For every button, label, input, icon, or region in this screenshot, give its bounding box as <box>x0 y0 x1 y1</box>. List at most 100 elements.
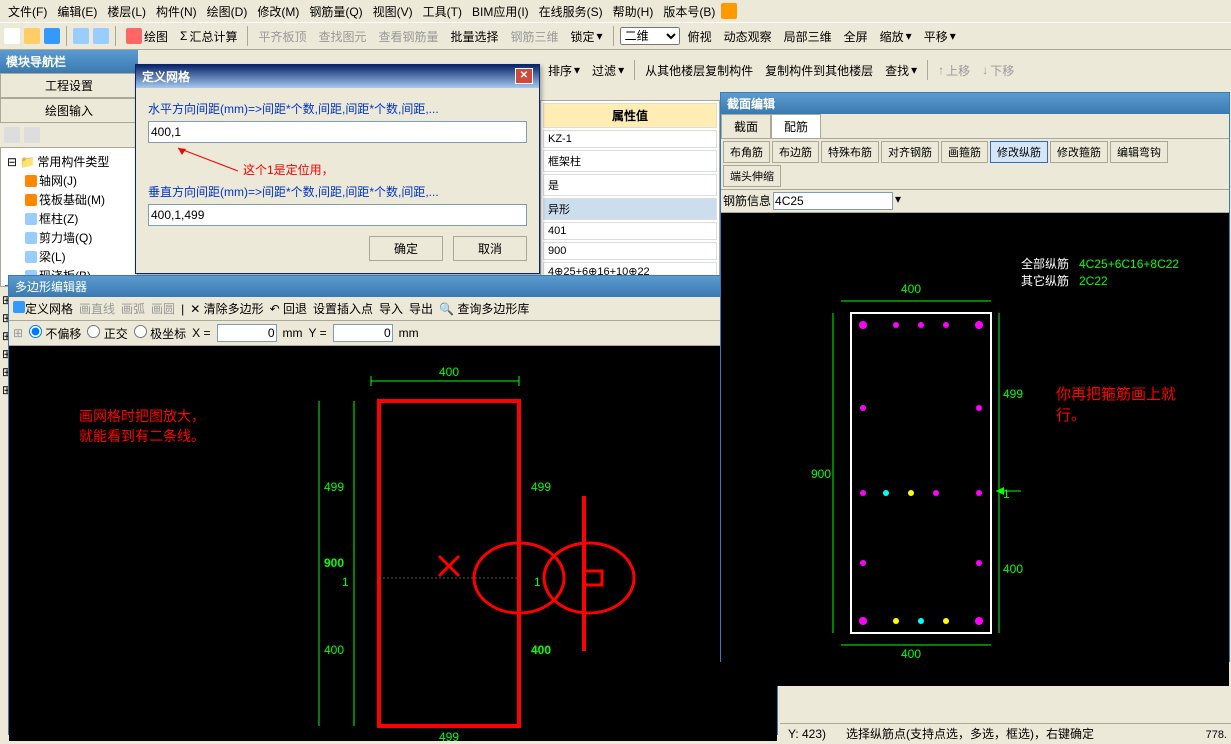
menu-online[interactable]: 在线服务(S) <box>535 1 607 22</box>
back-btn[interactable]: ↶ 回退 <box>270 300 307 317</box>
export-btn[interactable]: 导出 <box>409 300 433 317</box>
menu-help[interactable]: 帮助(H) <box>609 1 658 22</box>
sub-draw[interactable]: 绘图输入 <box>0 98 138 123</box>
pan-btn[interactable]: 平移 ▾ <box>920 26 960 47</box>
expand-icon[interactable] <box>4 127 20 143</box>
prop-row[interactable]: 框架柱 <box>543 150 717 172</box>
menu-edit[interactable]: 编辑(E) <box>53 1 101 22</box>
tree-wall[interactable]: 剪力墙(Q) <box>5 228 133 247</box>
batch-btn[interactable]: 批量选择 <box>447 26 503 47</box>
open-icon[interactable] <box>24 28 40 44</box>
new-icon[interactable] <box>4 28 20 44</box>
polar-radio[interactable]: 极坐标 <box>134 325 186 342</box>
sum-btn[interactable]: Σ 汇总计算 <box>176 26 241 47</box>
insert-pt-btn[interactable]: 设置插入点 <box>313 300 373 317</box>
dialog-title-text: 定义网格 <box>142 68 190 85</box>
level-btn[interactable]: 平齐板顶 <box>254 26 310 47</box>
menu-rebar[interactable]: 钢筋量(Q) <box>305 1 366 22</box>
draw-btn[interactable]: 绘图 <box>122 26 172 47</box>
tree-column[interactable]: 框柱(Z) <box>5 209 133 228</box>
menu-view[interactable]: 视图(V) <box>369 1 417 22</box>
ortho-radio[interactable]: 正交 <box>87 325 127 342</box>
h-spacing-input[interactable] <box>148 121 527 143</box>
tree-raft[interactable]: 筏板基础(M) <box>5 190 133 209</box>
svg-text:400: 400 <box>439 365 459 379</box>
section-canvas[interactable]: 全部纵筋 4C25+6C16+8C22 其它纵筋 2C22 400 900 49… <box>721 213 1229 686</box>
sort-btn[interactable]: 排序 ▾ <box>544 60 584 81</box>
align-btn[interactable]: 对齐钢筋 <box>881 141 939 163</box>
special-btn[interactable]: 特殊布筋 <box>821 141 879 163</box>
menu-floor[interactable]: 楼层(L) <box>103 1 150 22</box>
v-spacing-input[interactable] <box>148 204 527 226</box>
mod-long-btn[interactable]: 修改纵筋 <box>990 141 1048 163</box>
menu-component[interactable]: 构件(N) <box>152 1 201 22</box>
svg-text:400: 400 <box>324 643 344 657</box>
tree-root[interactable]: ⊟ 📁 常用构件类型 <box>5 152 133 171</box>
up-btn[interactable]: ↑ 上移 <box>934 60 974 81</box>
menu-tools[interactable]: 工具(T) <box>419 1 466 22</box>
prop-row[interactable]: 401 <box>543 222 717 240</box>
prop-row[interactable]: 是 <box>543 174 717 196</box>
prop-row[interactable]: KZ-1 <box>543 130 717 148</box>
secedit-title[interactable]: 截面编辑 <box>721 93 1229 114</box>
find-btn[interactable]: 查找图元 <box>314 26 370 47</box>
stirrup-btn[interactable]: 画箍筋 <box>941 141 988 163</box>
menu-modify[interactable]: 修改(M) <box>253 1 303 22</box>
query-btn[interactable]: 🔍 查询多边形库 <box>439 300 529 317</box>
polyedit-titlebar[interactable]: 多边形编辑器 ✕ <box>9 276 777 297</box>
tree-beam[interactable]: 梁(L) <box>5 247 133 266</box>
y-input[interactable] <box>333 324 393 342</box>
prop-row[interactable]: 900 <box>543 242 717 260</box>
prop-row[interactable]: 异形 <box>543 198 717 220</box>
ok-button[interactable]: 确定 <box>369 236 443 261</box>
rebar3d-btn[interactable]: 钢筋三维 <box>507 26 563 47</box>
mod-stirrup-btn[interactable]: 修改箍筋 <box>1050 141 1108 163</box>
svg-text:499: 499 <box>531 480 551 494</box>
extend-btn[interactable]: 端头伸缩 <box>723 165 781 187</box>
save-icon[interactable] <box>44 28 60 44</box>
filter-btn[interactable]: 过滤 ▾ <box>588 60 628 81</box>
arc-btn[interactable]: 画弧 <box>121 300 145 317</box>
edge-btn[interactable]: 布边筋 <box>772 141 819 163</box>
svg-text:499: 499 <box>324 480 344 494</box>
corner-btn[interactable]: 布角筋 <box>723 141 770 163</box>
menu-version[interactable]: 版本号(B) <box>659 1 719 22</box>
circle-btn[interactable]: 画圆 <box>151 300 175 317</box>
tab-section[interactable]: 截面 <box>721 114 771 138</box>
define-grid-btn[interactable]: 定义网格 <box>13 300 73 317</box>
sub-project[interactable]: 工程设置 <box>0 73 138 98</box>
dyn-btn[interactable]: 动态观察 <box>720 26 776 47</box>
view-rebar-btn[interactable]: 查看钢筋量 <box>374 26 442 47</box>
copy-from-btn[interactable]: 从其他楼层复制构件 <box>641 60 757 81</box>
top-btn[interactable]: 俯视 <box>684 26 716 47</box>
polyedit-canvas[interactable]: 画网格时把图放大， 就能看到有二条线。 400 499 900 1 400 49… <box>9 346 777 741</box>
rebar-input[interactable] <box>773 192 893 210</box>
find2-btn[interactable]: 查找 ▾ <box>881 60 921 81</box>
clear-btn[interactable]: ✕ 清除多边形 <box>190 300 263 317</box>
full-btn[interactable]: 全屏 <box>840 26 872 47</box>
cancel-button[interactable]: 取消 <box>453 236 527 261</box>
collapse-icon[interactable] <box>24 127 40 143</box>
down-btn[interactable]: ↓ 下移 <box>978 60 1018 81</box>
hook-btn[interactable]: 编辑弯钩 <box>1110 141 1168 163</box>
redo-icon[interactable] <box>93 28 109 44</box>
line-btn[interactable]: 画直线 <box>79 300 115 317</box>
tree-axis[interactable]: 轴网(J) <box>5 171 133 190</box>
import-btn[interactable]: 导入 <box>379 300 403 317</box>
tab-rebar[interactable]: 配筋 <box>771 114 821 138</box>
copy-to-btn[interactable]: 复制构件到其他楼层 <box>761 60 877 81</box>
zoom-btn[interactable]: 缩放 ▾ <box>876 26 916 47</box>
close-icon[interactable]: ✕ <box>515 68 533 84</box>
local3d-btn[interactable]: 局部三维 <box>780 26 836 47</box>
view2d-select[interactable]: 二维 <box>620 27 680 45</box>
menu-bim[interactable]: BIM应用(I) <box>468 1 533 22</box>
undo-icon[interactable] <box>73 28 89 44</box>
menu-file[interactable]: 文件(F) <box>4 1 51 22</box>
svg-text:400: 400 <box>901 282 921 296</box>
menu-draw[interactable]: 绘图(D) <box>203 1 252 22</box>
no-offset-radio[interactable]: 不偏移 <box>29 325 81 342</box>
x-input[interactable] <box>217 324 277 342</box>
dialog-titlebar[interactable]: 定义网格 ✕ <box>136 65 539 88</box>
polyedit-coords: ⊞ 不偏移 正交 极坐标 X = mm Y = mm <box>9 321 777 346</box>
lock-btn[interactable]: 锁定 ▾ <box>567 26 607 47</box>
